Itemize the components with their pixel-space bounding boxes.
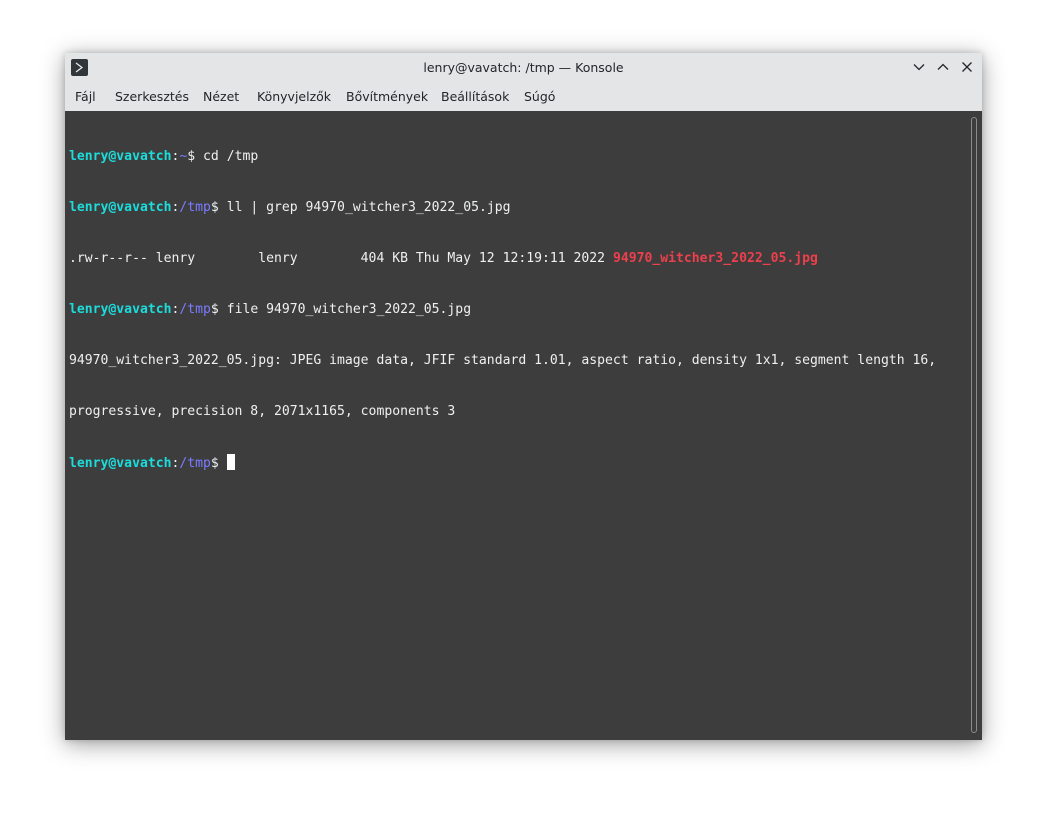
menu-edit[interactable]: Szerkesztés [115, 82, 189, 111]
command-text: ll | grep 94970_witcher3_2022_05.jpg [218, 200, 511, 215]
close-icon[interactable] [958, 58, 976, 76]
title-bar[interactable]: lenry@vavatch: /tmp — Konsole [65, 53, 982, 82]
terminal-output: lenry@vavatch:~$ cd /tmp lenry@vavatch:/… [69, 114, 936, 505]
terminal-line: 94970_witcher3_2022_05.jpg: JPEG image d… [69, 352, 936, 369]
terminal-line: lenry@vavatch:/tmp$ [69, 454, 936, 471]
prompt-path: /tmp [179, 200, 211, 215]
menu-bookmarks[interactable]: Könyvjelzők [257, 82, 331, 111]
prompt-symbol: $ [210, 200, 219, 215]
prompt-symbol: $ [210, 302, 219, 317]
output-text: 94970_witcher3_2022_05.jpg: JPEG image d… [69, 353, 937, 368]
prompt-symbol: $ [187, 149, 196, 164]
prompt-user: lenry@vavatch [69, 200, 172, 215]
prompt-user: lenry@vavatch [69, 456, 172, 471]
terminal-view[interactable]: lenry@vavatch:~$ cd /tmp lenry@vavatch:/… [65, 111, 982, 740]
command-text [219, 456, 227, 471]
menu-help[interactable]: Súgó [524, 82, 555, 111]
terminal-line: lenry@vavatch:~$ cd /tmp [69, 148, 936, 165]
minimize-icon[interactable] [910, 58, 928, 76]
menu-file[interactable]: Fájl [75, 82, 96, 111]
text-cursor [226, 454, 235, 470]
prompt-path: /tmp [179, 302, 211, 317]
terminal-line: progressive, precision 8, 2071x1165, com… [69, 403, 936, 420]
terminal-line: lenry@vavatch:/tmp$ file 94970_witcher3_… [69, 301, 936, 318]
menu-view[interactable]: Nézet [203, 82, 239, 111]
maximize-icon[interactable] [934, 58, 952, 76]
konsole-window: lenry@vavatch: /tmp — Konsole Fájl Szerk… [65, 53, 982, 740]
menu-bar: Fájl Szerkesztés Nézet Könyvjelzők Bővít… [65, 82, 982, 111]
terminal-line: .rw-r--r-- lenry lenry 404 KB Thu May 12… [69, 250, 936, 267]
terminal-line: lenry@vavatch:/tmp$ ll | grep 94970_witc… [69, 199, 936, 216]
output-text: .rw-r--r-- lenry lenry 404 KB Thu May 12… [69, 251, 613, 266]
menu-plugins[interactable]: Bővítmények [346, 82, 428, 111]
prompt-user: lenry@vavatch [69, 149, 172, 164]
command-text: cd /tmp [195, 149, 259, 164]
prompt-user: lenry@vavatch [69, 302, 172, 317]
vertical-scrollbar[interactable] [971, 117, 977, 733]
window-title: lenry@vavatch: /tmp — Konsole [423, 60, 624, 75]
menu-settings[interactable]: Beállítások [441, 82, 509, 111]
prompt-symbol: $ [210, 456, 219, 471]
command-text: file 94970_witcher3_2022_05.jpg [218, 302, 472, 317]
grep-match: 94970_witcher3_2022_05.jpg [612, 251, 818, 266]
output-text: progressive, precision 8, 2071x1165, com… [69, 404, 456, 419]
prompt-path: /tmp [179, 456, 211, 471]
